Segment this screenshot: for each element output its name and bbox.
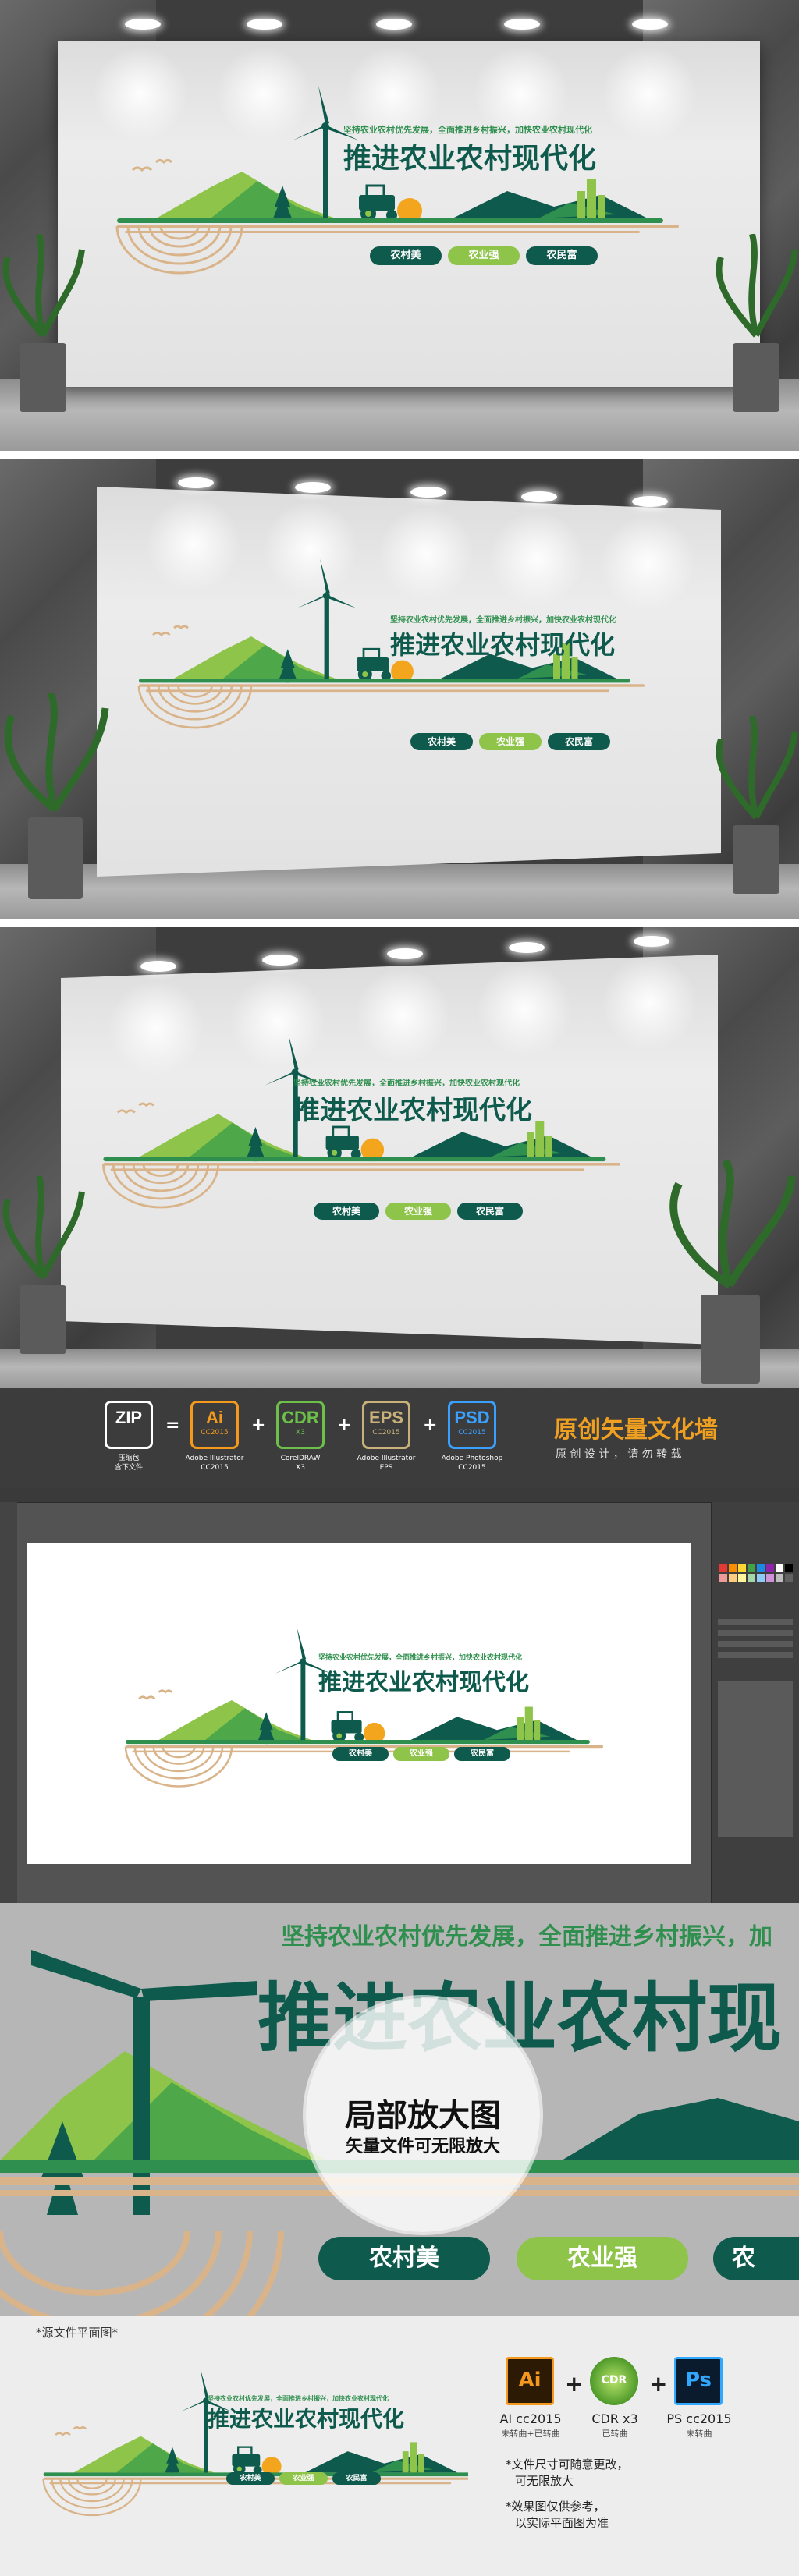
pill-strong-agriculture: 农业强	[448, 246, 520, 265]
pill-rich-farmers: 农民富	[526, 246, 598, 265]
bar-tagline: 原 创 设 计 ， 请 勿 转 载	[556, 1448, 682, 1461]
ps-software-sub: 未转曲	[686, 2429, 712, 2439]
bar-headline: 原创矢量文化墙	[554, 1416, 718, 1444]
artwork-title: 推进农业农村现代化	[318, 1669, 529, 1696]
source-plan: *源文件平面图* 坚持农业农村优先发展，全面推进乡村振兴，加快农业农村现代化 推…	[0, 2316, 799, 2576]
ai-software-name: AI cc2015	[499, 2411, 562, 2426]
culture-wall-artwork	[124, 1626, 605, 1788]
culture-wall-artwork	[102, 1033, 622, 1209]
note-scalable: 可无限放大	[515, 2474, 574, 2488]
cdr-format-icon: CDR X3	[276, 1401, 325, 1449]
eps-caption: Adobe Illustrator EPS	[357, 1455, 416, 1472]
floor	[0, 379, 799, 451]
pill-rural-beauty: 农村美	[410, 733, 473, 750]
zoom-pill-strong-agriculture: 农业强	[517, 2237, 688, 2280]
ai-software-sub: 未转曲+已转曲	[501, 2429, 560, 2439]
ai-format-icon: Ai CC2015	[190, 1401, 239, 1449]
potted-plant	[669, 1160, 796, 1384]
pill-rich-farmers: 农民富	[454, 1747, 510, 1761]
artwork-subtitle: 坚持农业农村优先发展，全面推进乡村振兴，加快农业农村现代化	[343, 125, 592, 135]
operator: +	[337, 1416, 352, 1435]
zip-format-icon: ZIP	[105, 1401, 153, 1449]
cdr-software-name: CDR x3	[591, 2411, 638, 2426]
ai-software-icon: Ai	[506, 2357, 554, 2405]
psd-caption: Adobe Photoshop CC2015	[441, 1455, 503, 1472]
potted-plant	[716, 716, 798, 894]
pill-strong-agriculture: 农业强	[279, 2472, 328, 2485]
potted-plant	[716, 234, 798, 412]
pill-strong-agriculture: 农业强	[479, 733, 542, 750]
editor-menubar	[0, 1488, 799, 1503]
potted-plant	[2, 1176, 85, 1354]
culture-wall-artwork	[42, 2368, 468, 2517]
zoom-detail: 坚持农业农村优先发展，全面推进乡村振兴，加 推进农业农村现 农村美 农业强 农 …	[0, 1903, 799, 2316]
cdr-caption: CorelDRAW X3	[280, 1455, 321, 1472]
note-size: *文件尺寸可随意更改，	[506, 2457, 629, 2471]
pill-rich-farmers: 农民富	[332, 2472, 381, 2485]
zoom-pill-rural-beauty: 农村美	[318, 2237, 490, 2280]
psd-format-icon: PSD CC2015	[448, 1401, 496, 1449]
artwork-title: 推进农业农村现代化	[343, 142, 597, 175]
file-formats-bar: ZIP 压缩包 含下文件 = Ai CC2015 Adobe Illustrator…	[0, 1388, 799, 1488]
pill-rich-farmers: 农民富	[457, 1203, 523, 1220]
artwork-subtitle: 坚持农业农村优先发展，全面推进乡村振兴，加快农业农村现代化	[293, 1079, 520, 1088]
zoom-magnifier-badge: 局部放大图 矢量文件可无限放大	[306, 1998, 540, 2232]
zoom-pill-rich-farmers: 农	[713, 2237, 799, 2280]
cdr-software-icon: CDR	[590, 2357, 638, 2405]
pill-rural-beauty: 农村美	[226, 2472, 275, 2485]
pill-rural-beauty: 农村美	[370, 246, 442, 265]
showroom-view-1: 坚持农业农村优先发展，全面推进乡村振兴，加快农业农村现代化 推进农业农村现代化 …	[0, 0, 799, 451]
note-plan-standard: 以实际平面图为准	[515, 2516, 609, 2530]
pill-rural-beauty: 农村美	[332, 1747, 389, 1761]
showroom-view-2: 坚持农业农村优先发展，全面推进乡村振兴，加快农业农村现代化 推进农业农村现代化 …	[0, 459, 799, 919]
artwork-title: 推进农业农村现代化	[293, 1095, 532, 1126]
zoom-badge-title: 局部放大图	[345, 2098, 501, 2134]
pill-strong-agriculture: 农业强	[385, 1203, 451, 1220]
swatch-panel	[718, 1564, 793, 1837]
editor-toolbar	[0, 1502, 17, 1903]
note-reference: *效果图仅供参考，	[506, 2500, 605, 2514]
pill-rural-beauty: 农村美	[314, 1203, 379, 1220]
potted-plant	[2, 234, 85, 412]
zip-caption: 压缩包 含下文件	[114, 1455, 143, 1472]
ai-caption: Adobe Illustrator CC2015	[185, 1455, 244, 1472]
operator: +	[423, 1416, 438, 1435]
zoom-badge-subtitle: 矢量文件可无限放大	[345, 2137, 500, 2156]
operator: +	[251, 1416, 266, 1435]
artwork-subtitle: 坚持农业农村优先发展，全面推进乡村振兴，加快农业农村现代化	[318, 1654, 523, 1662]
plan-label: *源文件平面图*	[36, 2326, 119, 2340]
showroom-view-3: 坚持农业农村优先发展，全面推进乡村振兴，加快农业农村现代化 推进农业农村现代化 …	[0, 927, 799, 1388]
artboard: 坚持农业农村优先发展，全面推进乡村振兴，加快农业农村现代化 推进农业农村现代化 …	[27, 1543, 691, 1864]
pill-rich-farmers: 农民富	[548, 733, 610, 750]
artwork-title: 推进农业农村现代化	[390, 630, 616, 660]
zoom-subtitle: 坚持农业农村优先发展，全面推进乡村振兴，加	[281, 1923, 772, 1951]
cdr-software-sub: 已转曲	[602, 2429, 628, 2439]
eps-format-icon: EPS CC2015	[362, 1401, 410, 1449]
artwork-subtitle: 坚持农业农村优先发展，全面推进乡村振兴，加快农业农村现代化	[390, 616, 616, 625]
operator: =	[165, 1416, 180, 1435]
artwork-title: 推进农业农村现代化	[208, 2406, 405, 2432]
ps-software-name: PS cc2015	[666, 2411, 732, 2426]
potted-plant	[4, 693, 109, 899]
ps-software-icon: Ps	[674, 2357, 723, 2405]
pill-strong-agriculture: 农业强	[393, 1747, 449, 1761]
editor-panels	[711, 1502, 799, 1903]
illustrator-editor: 坚持农业农村优先发展，全面推进乡村振兴，加快农业农村现代化 推进农业农村现代化 …	[0, 1488, 799, 1903]
